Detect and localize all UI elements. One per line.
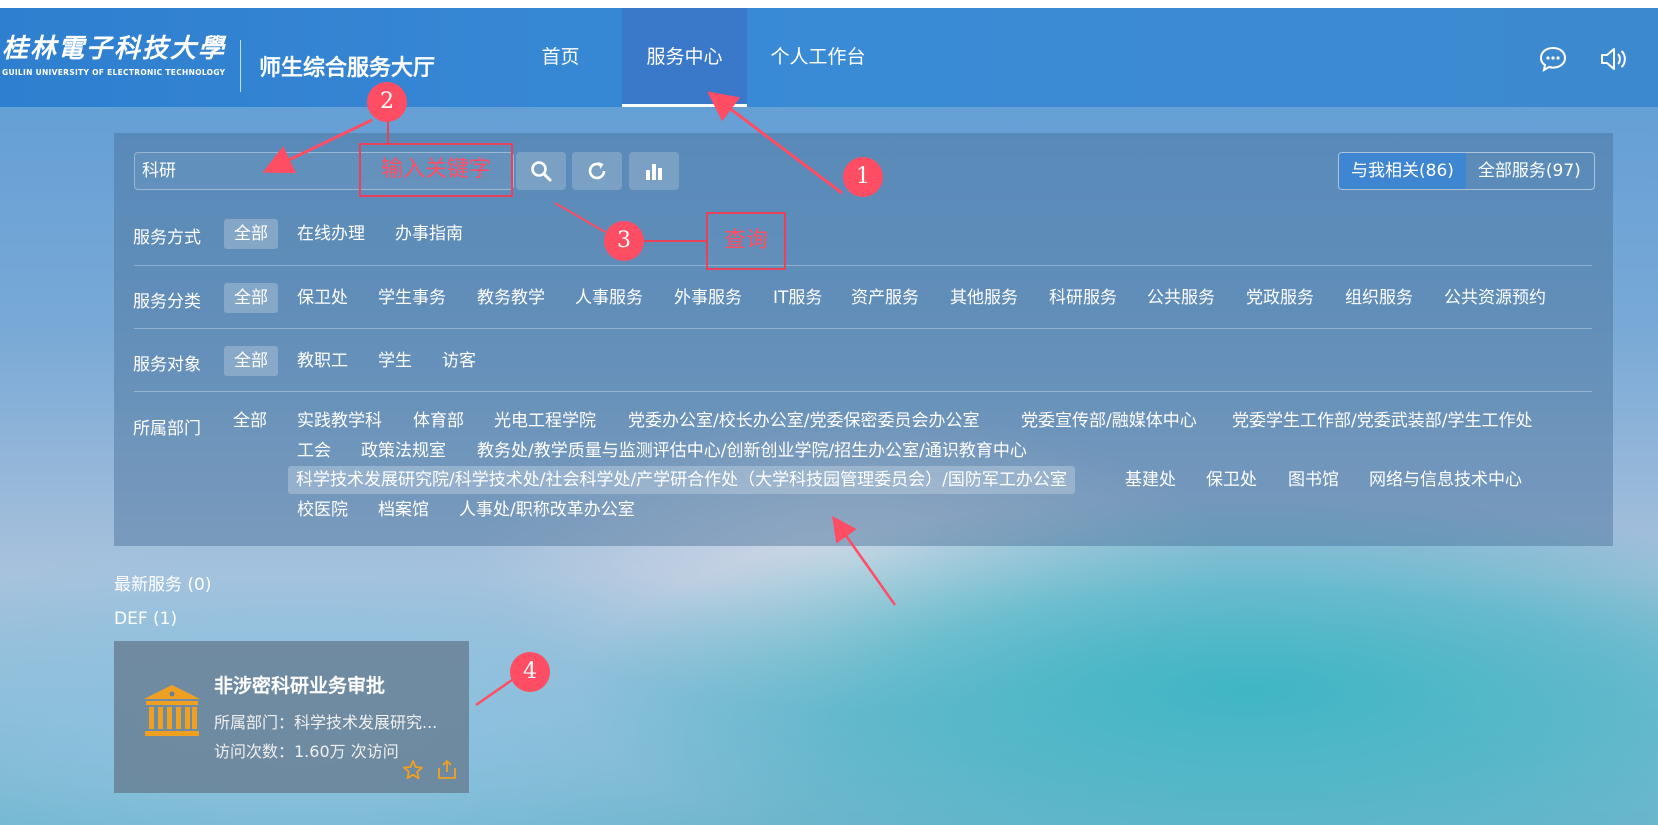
annotation-marker-2: 2 (367, 82, 407, 122)
annotation-arrows (262, 91, 897, 707)
annotation-marker-4: 4 (510, 652, 550, 692)
annotation-marker-1: 1 (843, 157, 883, 197)
annotation-box-query: 查询 (706, 212, 786, 270)
annotation-marker-3: 3 (604, 221, 644, 261)
annotation-box-keyword: 输入关键字 (359, 143, 513, 197)
